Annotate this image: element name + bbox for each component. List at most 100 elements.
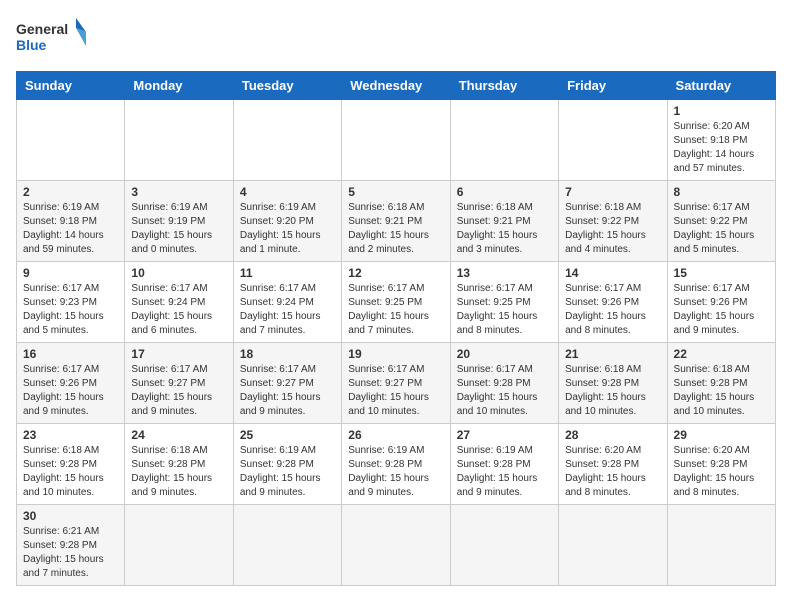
day-info: Sunrise: 6:18 AM Sunset: 9:22 PM Dayligh… <box>565 201 660 257</box>
weekday-header-monday: Monday <box>125 72 233 100</box>
calendar-cell: 27 Sunrise: 6:19 AM Sunset: 9:28 PM Dayli… <box>450 424 558 505</box>
day-info: Sunrise: 6:18 AM Sunset: 9:28 PM Dayligh… <box>565 363 660 419</box>
day-info: Sunrise: 6:17 AM Sunset: 9:26 PM Dayligh… <box>23 363 118 419</box>
calendar-cell <box>559 505 667 586</box>
calendar-cell: 19Sunrise: 6:17 AM Sunset: 9:27 PM Dayli… <box>342 343 450 424</box>
day-number: 20 <box>457 347 552 361</box>
day-info: Sunrise: 6:17 AM Sunset: 9:26 PM Dayligh… <box>674 282 769 338</box>
day-info: Sunrise: 6:20 AM Sunset: 9:18 PM Dayligh… <box>674 120 769 176</box>
calendar-week-row: 2 Sunrise: 6:19 AM Sunset: 9:18 PM Daylig… <box>17 181 776 262</box>
logo: General Blue <box>16 16 86 61</box>
calendar-cell <box>17 100 125 181</box>
day-info: Sunrise: 6:19 AM Sunset: 9:28 PM Dayligh… <box>348 444 443 500</box>
calendar-cell: 11 Sunrise: 6:17 AM Sunset: 9:24 PM Dayli… <box>233 262 341 343</box>
calendar-cell <box>667 505 775 586</box>
day-number: 3 <box>131 185 226 199</box>
day-info: Sunrise: 6:17 AM Sunset: 9:22 PM Dayligh… <box>674 201 769 257</box>
calendar-cell: 28 Sunrise: 6:20 AM Sunset: 9:28 PM Dayli… <box>559 424 667 505</box>
calendar-week-row: 16 Sunrise: 6:17 AM Sunset: 9:26 PM Dayli… <box>17 343 776 424</box>
calendar-cell: 6Sunrise: 6:18 AM Sunset: 9:21 PM Daylig… <box>450 181 558 262</box>
day-number: 7 <box>565 185 660 199</box>
day-info: Sunrise: 6:17 AM Sunset: 9:27 PM Dayligh… <box>131 363 226 419</box>
day-number: 16 <box>23 347 118 361</box>
day-info: Sunrise: 6:19 AM Sunset: 9:19 PM Dayligh… <box>131 201 226 257</box>
day-info: Sunrise: 6:19 AM Sunset: 9:18 PM Dayligh… <box>23 201 118 257</box>
calendar-cell <box>233 505 341 586</box>
day-info: Sunrise: 6:20 AM Sunset: 9:28 PM Dayligh… <box>674 444 769 500</box>
weekday-header-saturday: Saturday <box>667 72 775 100</box>
day-number: 13 <box>457 266 552 280</box>
calendar-cell: 24Sunrise: 6:18 AM Sunset: 9:28 PM Dayli… <box>125 424 233 505</box>
svg-text:Blue: Blue <box>16 37 47 53</box>
weekday-header-thursday: Thursday <box>450 72 558 100</box>
calendar-cell <box>125 505 233 586</box>
generalblue-logo: General Blue <box>16 16 86 61</box>
day-number: 2 <box>23 185 118 199</box>
weekday-header-row: SundayMondayTuesdayWednesdayThursdayFrid… <box>17 72 776 100</box>
day-number: 15 <box>674 266 769 280</box>
calendar-cell: 13 Sunrise: 6:17 AM Sunset: 9:25 PM Dayli… <box>450 262 558 343</box>
weekday-header-wednesday: Wednesday <box>342 72 450 100</box>
day-number: 30 <box>23 509 118 523</box>
day-number: 8 <box>674 185 769 199</box>
day-number: 14 <box>565 266 660 280</box>
day-number: 18 <box>240 347 335 361</box>
calendar-cell: 25 Sunrise: 6:19 AM Sunset: 9:28 PM Dayli… <box>233 424 341 505</box>
calendar-cell: 2 Sunrise: 6:19 AM Sunset: 9:18 PM Daylig… <box>17 181 125 262</box>
calendar-cell: 20Sunrise: 6:17 AM Sunset: 9:28 PM Dayli… <box>450 343 558 424</box>
header: General Blue <box>16 16 776 61</box>
day-number: 10 <box>131 266 226 280</box>
calendar-cell: 16 Sunrise: 6:17 AM Sunset: 9:26 PM Dayli… <box>17 343 125 424</box>
day-info: Sunrise: 6:19 AM Sunset: 9:20 PM Dayligh… <box>240 201 335 257</box>
calendar-week-row: 1 Sunrise: 6:20 AM Sunset: 9:18 PM Daylig… <box>17 100 776 181</box>
calendar-cell: 21Sunrise: 6:18 AM Sunset: 9:28 PM Dayli… <box>559 343 667 424</box>
day-number: 25 <box>240 428 335 442</box>
calendar-cell: 10Sunrise: 6:17 AM Sunset: 9:24 PM Dayli… <box>125 262 233 343</box>
calendar-week-row: 30Sunrise: 6:21 AM Sunset: 9:28 PM Dayli… <box>17 505 776 586</box>
calendar-cell: 4 Sunrise: 6:19 AM Sunset: 9:20 PM Daylig… <box>233 181 341 262</box>
day-number: 22 <box>674 347 769 361</box>
day-number: 5 <box>348 185 443 199</box>
calendar-cell <box>125 100 233 181</box>
day-number: 17 <box>131 347 226 361</box>
calendar-week-row: 23 Sunrise: 6:18 AM Sunset: 9:28 PM Dayli… <box>17 424 776 505</box>
day-info: Sunrise: 6:17 AM Sunset: 9:25 PM Dayligh… <box>348 282 443 338</box>
calendar-cell: 1 Sunrise: 6:20 AM Sunset: 9:18 PM Daylig… <box>667 100 775 181</box>
day-info: Sunrise: 6:18 AM Sunset: 9:21 PM Dayligh… <box>348 201 443 257</box>
calendar-week-row: 9Sunrise: 6:17 AM Sunset: 9:23 PM Daylig… <box>17 262 776 343</box>
day-info: Sunrise: 6:17 AM Sunset: 9:25 PM Dayligh… <box>457 282 552 338</box>
day-info: Sunrise: 6:20 AM Sunset: 9:28 PM Dayligh… <box>565 444 660 500</box>
calendar-cell: 3 Sunrise: 6:19 AM Sunset: 9:19 PM Daylig… <box>125 181 233 262</box>
calendar-cell <box>233 100 341 181</box>
calendar-cell <box>559 100 667 181</box>
calendar-cell: 29Sunrise: 6:20 AM Sunset: 9:28 PM Dayli… <box>667 424 775 505</box>
day-info: Sunrise: 6:17 AM Sunset: 9:24 PM Dayligh… <box>240 282 335 338</box>
day-number: 9 <box>23 266 118 280</box>
day-info: Sunrise: 6:17 AM Sunset: 9:27 PM Dayligh… <box>348 363 443 419</box>
weekday-header-sunday: Sunday <box>17 72 125 100</box>
calendar-cell: 18Sunrise: 6:17 AM Sunset: 9:27 PM Dayli… <box>233 343 341 424</box>
calendar-cell: 14Sunrise: 6:17 AM Sunset: 9:26 PM Dayli… <box>559 262 667 343</box>
calendar-cell: 26 Sunrise: 6:19 AM Sunset: 9:28 PM Dayli… <box>342 424 450 505</box>
day-number: 23 <box>23 428 118 442</box>
calendar-cell: 15 Sunrise: 6:17 AM Sunset: 9:26 PM Dayli… <box>667 262 775 343</box>
day-number: 26 <box>348 428 443 442</box>
day-number: 1 <box>674 104 769 118</box>
calendar-cell <box>342 505 450 586</box>
day-info: Sunrise: 6:18 AM Sunset: 9:28 PM Dayligh… <box>131 444 226 500</box>
day-number: 27 <box>457 428 552 442</box>
day-number: 28 <box>565 428 660 442</box>
calendar-cell: 8 Sunrise: 6:17 AM Sunset: 9:22 PM Daylig… <box>667 181 775 262</box>
calendar-cell <box>450 505 558 586</box>
day-number: 4 <box>240 185 335 199</box>
day-info: Sunrise: 6:18 AM Sunset: 9:28 PM Dayligh… <box>23 444 118 500</box>
day-number: 6 <box>457 185 552 199</box>
calendar-cell: 7 Sunrise: 6:18 AM Sunset: 9:22 PM Daylig… <box>559 181 667 262</box>
day-number: 11 <box>240 266 335 280</box>
day-info: Sunrise: 6:19 AM Sunset: 9:28 PM Dayligh… <box>457 444 552 500</box>
calendar-cell: 30Sunrise: 6:21 AM Sunset: 9:28 PM Dayli… <box>17 505 125 586</box>
day-info: Sunrise: 6:19 AM Sunset: 9:28 PM Dayligh… <box>240 444 335 500</box>
calendar-cell: 12Sunrise: 6:17 AM Sunset: 9:25 PM Dayli… <box>342 262 450 343</box>
calendar-cell: 9Sunrise: 6:17 AM Sunset: 9:23 PM Daylig… <box>17 262 125 343</box>
calendar-cell <box>450 100 558 181</box>
